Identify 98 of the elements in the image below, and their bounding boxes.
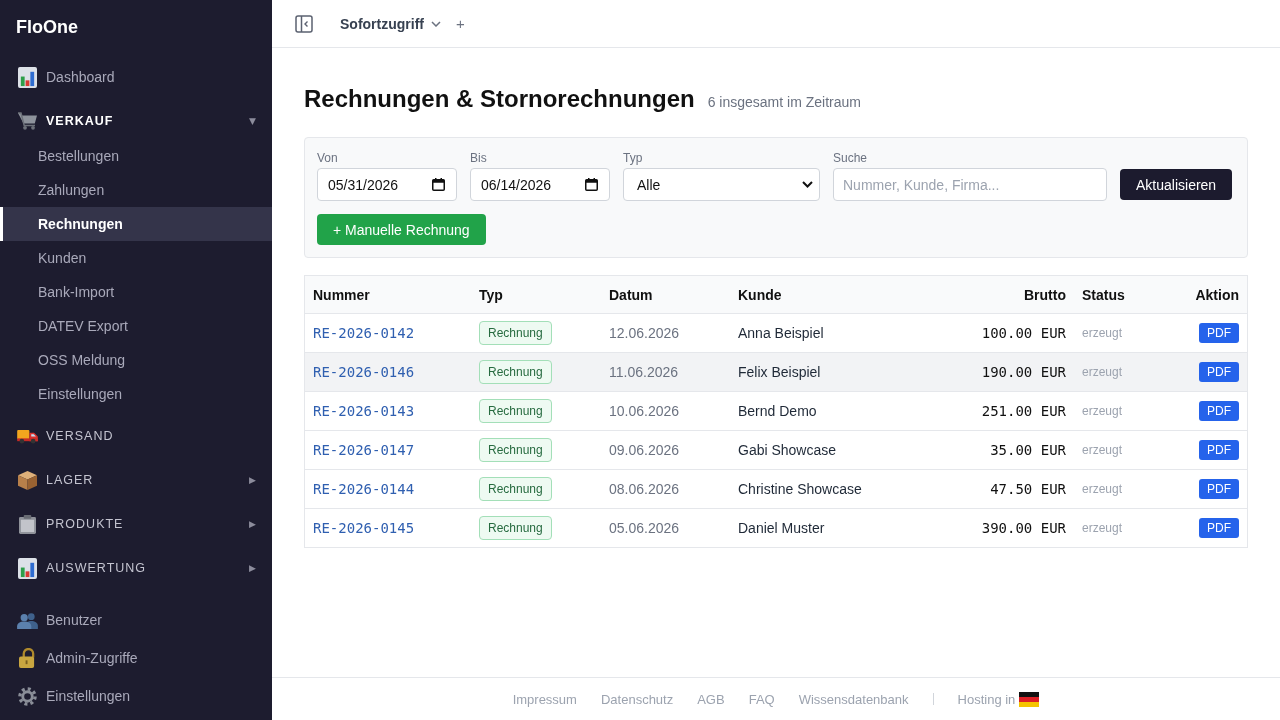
status-text: erzeugt [1082, 482, 1123, 496]
type-badge: Rechnung [479, 438, 552, 462]
invoice-number-link[interactable]: RE-2026-0142 [313, 325, 415, 341]
table-cell: 47.50 EUR [990, 481, 1066, 497]
table-cell: Daniel Muster [738, 520, 825, 536]
quick-access-dropdown[interactable]: Sofortzugriff [340, 9, 441, 38]
type-badge: Rechnung [479, 360, 552, 384]
status-text: erzeugt [1082, 365, 1123, 379]
date-field[interactable]: 05/31/2026 [317, 168, 457, 201]
field-label: Von [317, 150, 338, 166]
caret-icon: ▼ [249, 116, 256, 126]
invoice-number-link[interactable]: RE-2026-0143 [313, 403, 415, 419]
column-header: Kunde [738, 286, 782, 303]
status-text: erzeugt [1082, 326, 1123, 340]
sidebar-subitem[interactable]: DATEV Export [0, 309, 272, 343]
type-badge: Rechnung [479, 399, 552, 423]
calendar-icon [585, 178, 598, 191]
type-select[interactable]: Alle [623, 168, 820, 201]
cart-icon [16, 112, 38, 130]
status-text: erzeugt [1082, 521, 1123, 535]
type-badge: Rechnung [479, 516, 552, 540]
add-tab-button[interactable]: + [456, 9, 465, 38]
sidebar-item[interactable]: Dashboard [0, 55, 272, 99]
table-cell: 08.06.2026 [609, 481, 680, 497]
table-cell: 100.00 EUR [981, 325, 1066, 341]
pdf-button[interactable]: PDF [1199, 323, 1239, 343]
table-cell: Felix Beispiel [738, 364, 821, 380]
column-header: Aktion [1195, 286, 1239, 303]
field-label: Suche [833, 150, 868, 166]
type-badge: Rechnung [479, 321, 552, 345]
status-text: erzeugt [1082, 443, 1123, 457]
users-icon [16, 611, 38, 629]
sidebar-item[interactable]: Einstellungen [0, 677, 272, 715]
german-flag-icon [1019, 691, 1040, 707]
column-header: Status [1082, 286, 1125, 303]
chevron-down-icon [431, 20, 441, 27]
sidebar-item[interactable]: Benutzer [0, 601, 272, 639]
table-cell: Anna Beispiel [738, 325, 824, 341]
gear-icon [17, 686, 37, 706]
pdf-button[interactable]: PDF [1199, 440, 1239, 460]
table-cell: 09.06.2026 [609, 442, 680, 458]
table-cell: 11.06.2026 [609, 364, 679, 380]
table-cell: 390.00 EUR [981, 520, 1066, 536]
table-cell: 12.06.2026 [609, 325, 680, 341]
brand-name: FloOne [16, 17, 78, 38]
result-count: 6 insgesamt im Zeitraum [707, 94, 861, 110]
chevron-down-icon [802, 181, 813, 188]
invoice-number-link[interactable]: RE-2026-0146 [313, 364, 415, 380]
sidebar-group[interactable]: PRODUKTE ▶ [0, 502, 272, 546]
invoice-number-link[interactable]: RE-2026-0145 [313, 520, 415, 536]
search-field[interactable]: Nummer, Kunde, Firma... [833, 168, 1107, 201]
calendar-icon [432, 178, 445, 191]
clipboard-icon [18, 514, 36, 534]
table-cell: 35.00 EUR [990, 442, 1066, 458]
sidebar-group[interactable]: VERSAND [0, 414, 272, 458]
table-cell: Bernd Demo [738, 403, 817, 419]
invoice-number-link[interactable]: RE-2026-0147 [313, 442, 415, 458]
bar-chart-icon [17, 557, 37, 579]
hosting-label: Hosting in [957, 691, 1016, 707]
bar-chart-icon [17, 66, 37, 88]
pdf-button[interactable]: PDF [1199, 518, 1239, 538]
field-label: Bis [470, 150, 487, 166]
invoice-number-link[interactable]: RE-2026-0144 [313, 481, 415, 497]
sidebar-subitem[interactable]: Kunden [0, 241, 272, 275]
sidebar-subitem[interactable]: Bank-Import [0, 275, 272, 309]
sidebar-subitem[interactable]: Zahlungen [0, 173, 272, 207]
column-header: Brutto [1024, 286, 1066, 303]
table-cell: 251.00 EUR [981, 403, 1066, 419]
field-label: Typ [623, 150, 643, 166]
column-header: Nummer [313, 286, 370, 303]
status-text: erzeugt [1082, 404, 1123, 418]
table-cell: Gabi Showcase [738, 442, 837, 458]
type-badge: Rechnung [479, 477, 552, 501]
sidebar-item[interactable]: Admin-Zugriffe [0, 639, 272, 677]
refresh-button[interactable]: Aktualisieren [1120, 169, 1233, 200]
sidebar-subitem[interactable]: Rechnungen [0, 207, 272, 241]
column-header: Datum [609, 286, 653, 303]
sidebar-group[interactable]: LAGER ▶ [0, 458, 272, 502]
table-cell: Christine Showcase [738, 481, 862, 497]
table-cell: 05.06.2026 [609, 520, 680, 536]
panel-left-icon[interactable] [295, 14, 313, 33]
table-cell: 190.00 EUR [981, 364, 1066, 380]
sidebar-group[interactable]: AUSWERTUNG ▶ [0, 546, 272, 590]
column-header: Typ [479, 286, 503, 303]
lock-icon [18, 648, 36, 668]
truck-icon [16, 428, 38, 444]
box-icon [17, 470, 37, 490]
pdf-button[interactable]: PDF [1199, 401, 1239, 421]
pdf-button[interactable]: PDF [1199, 362, 1239, 382]
sidebar-subitem[interactable]: Einstellungen [0, 377, 272, 411]
sidebar-subitem[interactable]: OSS Meldung [0, 343, 272, 377]
caret-icon: ▶ [249, 475, 256, 485]
pdf-button[interactable]: PDF [1199, 479, 1239, 499]
caret-icon: ▶ [249, 519, 256, 529]
date-field[interactable]: 06/14/2026 [470, 168, 610, 201]
caret-icon: ▶ [249, 563, 256, 573]
table-cell: 10.06.2026 [609, 403, 680, 419]
page-title: Rechnungen & Stornorechnungen [304, 84, 695, 113]
